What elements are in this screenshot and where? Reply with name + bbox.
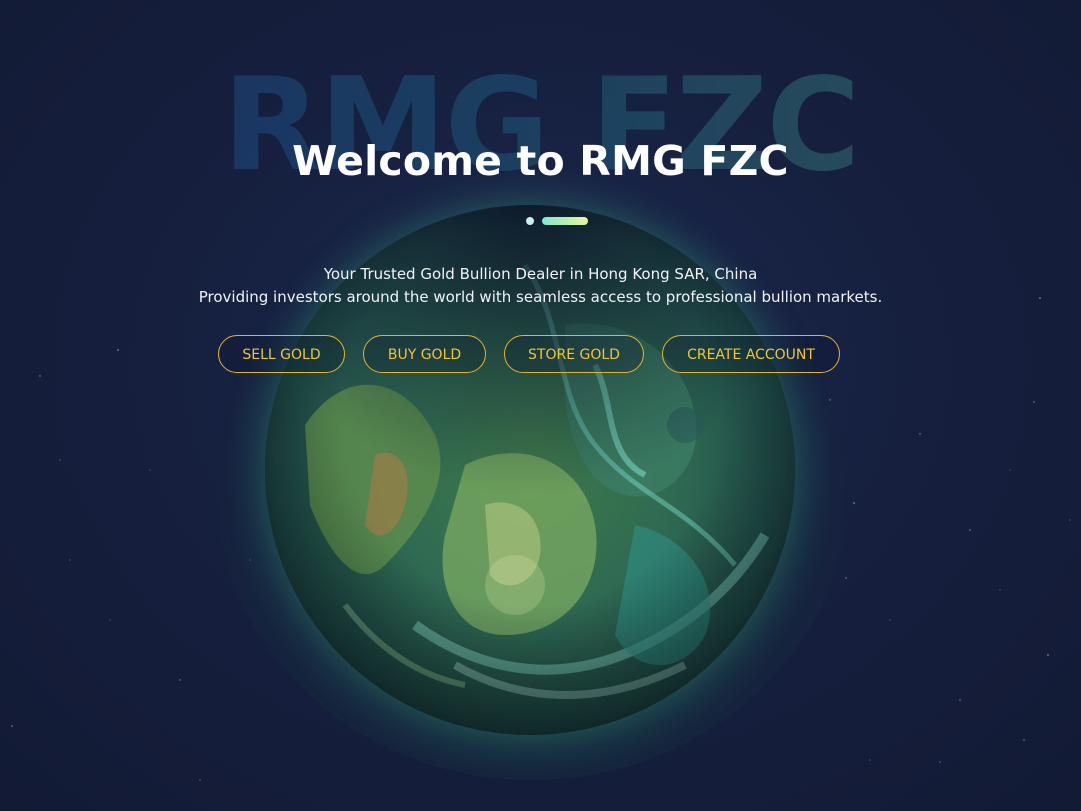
sell-gold-button[interactable]: SELL GOLD (218, 335, 345, 373)
store-gold-button[interactable]: STORE GOLD (504, 335, 644, 373)
buy-gold-button[interactable]: BUY GOLD (363, 335, 486, 373)
divider-bar (542, 217, 588, 225)
hero-subtitle: Your Trusted Gold Bullion Dealer in Hong… (0, 263, 1081, 309)
title-divider (526, 216, 590, 225)
page-title: Welcome to RMG FZC (292, 137, 789, 185)
hero-actions: SELL GOLD BUY GOLD STORE GOLD CREATE ACC… (0, 335, 1081, 375)
subtitle-line-2: Providing investors around the world wit… (198, 288, 883, 306)
create-account-button[interactable]: CREATE ACCOUNT (662, 335, 840, 373)
divider-dot (526, 217, 534, 225)
subtitle-line-1: Your Trusted Gold Bullion Dealer in Hong… (323, 265, 758, 283)
